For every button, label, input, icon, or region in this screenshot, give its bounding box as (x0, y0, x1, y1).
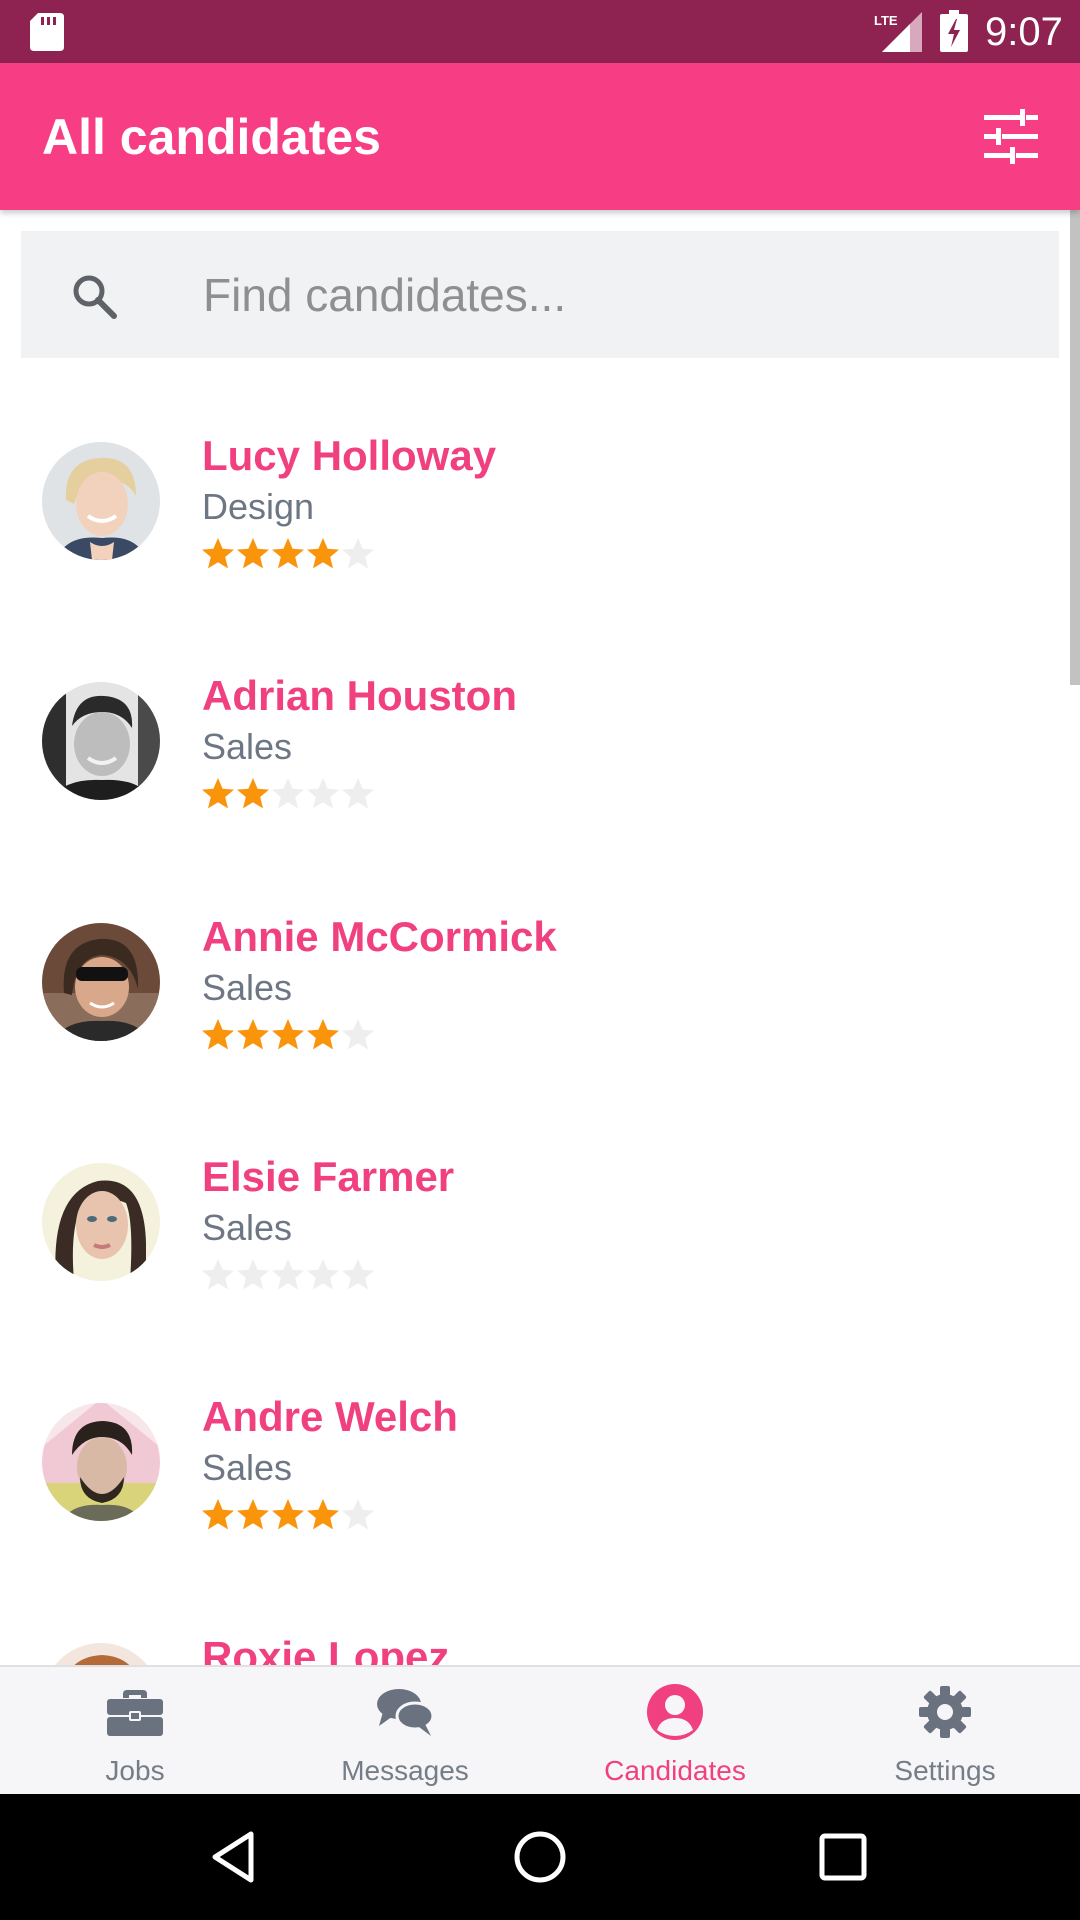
candidate-department: Sales (202, 1207, 293, 1248)
candidate-list-item[interactable]: Adrian Houston Sales (0, 672, 1060, 882)
candidate-name: Lucy Holloway (202, 432, 497, 479)
star-filled-icon (237, 778, 269, 809)
lte-label: LTE (874, 13, 898, 28)
nav-item-jobs[interactable]: Jobs (0, 1667, 270, 1796)
search-icon (73, 275, 117, 319)
star-filled-icon (307, 1019, 339, 1050)
avatar (42, 1163, 160, 1281)
nav-label: Jobs (105, 1755, 165, 1786)
star-empty-icon (272, 778, 304, 809)
star-rating (200, 1497, 375, 1535)
candidate-list-item[interactable]: Elsie Farmer Sales (0, 1153, 1060, 1363)
candidate-department: Sales (202, 967, 293, 1008)
star-filled-icon (272, 1019, 304, 1050)
star-filled-icon (237, 1499, 269, 1530)
nav-label: Messages (341, 1755, 469, 1786)
star-filled-icon (202, 1019, 234, 1050)
status-clock: 9:07 (985, 10, 1063, 54)
nav-label: Settings (894, 1755, 996, 1786)
candidate-list-item[interactable]: Andre Welch Sales (0, 1393, 1060, 1603)
nav-item-messages[interactable]: Messages (270, 1667, 540, 1796)
candidate-department: Sales (202, 1447, 293, 1488)
status-bar: LTE 9:07 (0, 0, 1080, 63)
star-filled-icon (237, 1019, 269, 1050)
candidate-name: Annie McCormick (202, 913, 557, 960)
battery-charging-icon (940, 10, 968, 52)
app-bar: All candidates (0, 63, 1080, 210)
star-empty-icon (342, 1019, 374, 1050)
account-circle-icon (647, 1684, 703, 1740)
nav-item-candidates[interactable]: Candidates (540, 1667, 810, 1796)
star-filled-icon (202, 1499, 234, 1530)
star-filled-icon (202, 538, 234, 569)
home-icon[interactable] (507, 1824, 573, 1890)
star-empty-icon (307, 1259, 339, 1290)
avatar (42, 442, 160, 560)
star-empty-icon (272, 1259, 304, 1290)
candidate-name: Andre Welch (202, 1393, 458, 1440)
back-icon[interactable] (203, 1824, 269, 1890)
star-empty-icon (342, 1499, 374, 1530)
candidate-list-item[interactable]: Lucy Holloway Design (0, 432, 1060, 642)
filter-sliders-icon[interactable] (980, 107, 1042, 167)
avatar (42, 923, 160, 1041)
star-empty-icon (342, 1259, 374, 1290)
star-rating (200, 776, 375, 814)
star-empty-icon (342, 538, 374, 569)
candidate-name: Roxie Lopez (202, 1633, 450, 1665)
star-filled-icon (307, 538, 339, 569)
avatar (42, 1643, 160, 1665)
nav-item-settings[interactable]: Settings (810, 1667, 1080, 1796)
sd-card-icon (30, 13, 64, 51)
lte-signal-icon: LTE (874, 12, 922, 52)
search-input[interactable] (181, 257, 1043, 333)
star-rating (200, 1017, 375, 1055)
search-bar[interactable] (21, 231, 1059, 358)
star-filled-icon (307, 1499, 339, 1530)
candidate-department: Design (202, 486, 315, 527)
star-filled-icon (272, 538, 304, 569)
star-filled-icon (202, 778, 234, 809)
recents-icon[interactable] (810, 1824, 876, 1890)
candidate-list-item[interactable]: Roxie Lopez (0, 1633, 1060, 1665)
screen: LTE 9:07 All candidates Find candidates.… (0, 0, 1080, 1920)
scrollbar[interactable] (1070, 210, 1080, 685)
system-navigation-bar (0, 1794, 1080, 1920)
candidate-list-item[interactable]: Annie McCormick Sales (0, 913, 1060, 1123)
briefcase-icon (107, 1690, 163, 1736)
star-filled-icon (237, 538, 269, 569)
star-rating (200, 1257, 375, 1295)
star-rating (200, 536, 375, 574)
candidate-name: Elsie Farmer (202, 1153, 455, 1200)
gear-icon (919, 1686, 971, 1738)
star-empty-icon (342, 778, 374, 809)
page-title: All candidates (42, 109, 381, 165)
nav-label: Candidates (604, 1755, 746, 1786)
star-filled-icon (272, 1499, 304, 1530)
candidate-list-area[interactable]: Lucy Holloway Design Adrian Houston Sale… (0, 210, 1080, 1665)
star-empty-icon (307, 778, 339, 809)
star-empty-icon (237, 1259, 269, 1290)
candidate-department: Sales (202, 726, 293, 767)
candidate-name: Adrian Houston (202, 672, 517, 719)
star-empty-icon (202, 1259, 234, 1290)
chat-bubbles-icon (377, 1689, 435, 1736)
bottom-navigation: Jobs Messages Candidates Settings (0, 1665, 1080, 1794)
avatar (42, 1403, 160, 1521)
avatar (42, 682, 160, 800)
